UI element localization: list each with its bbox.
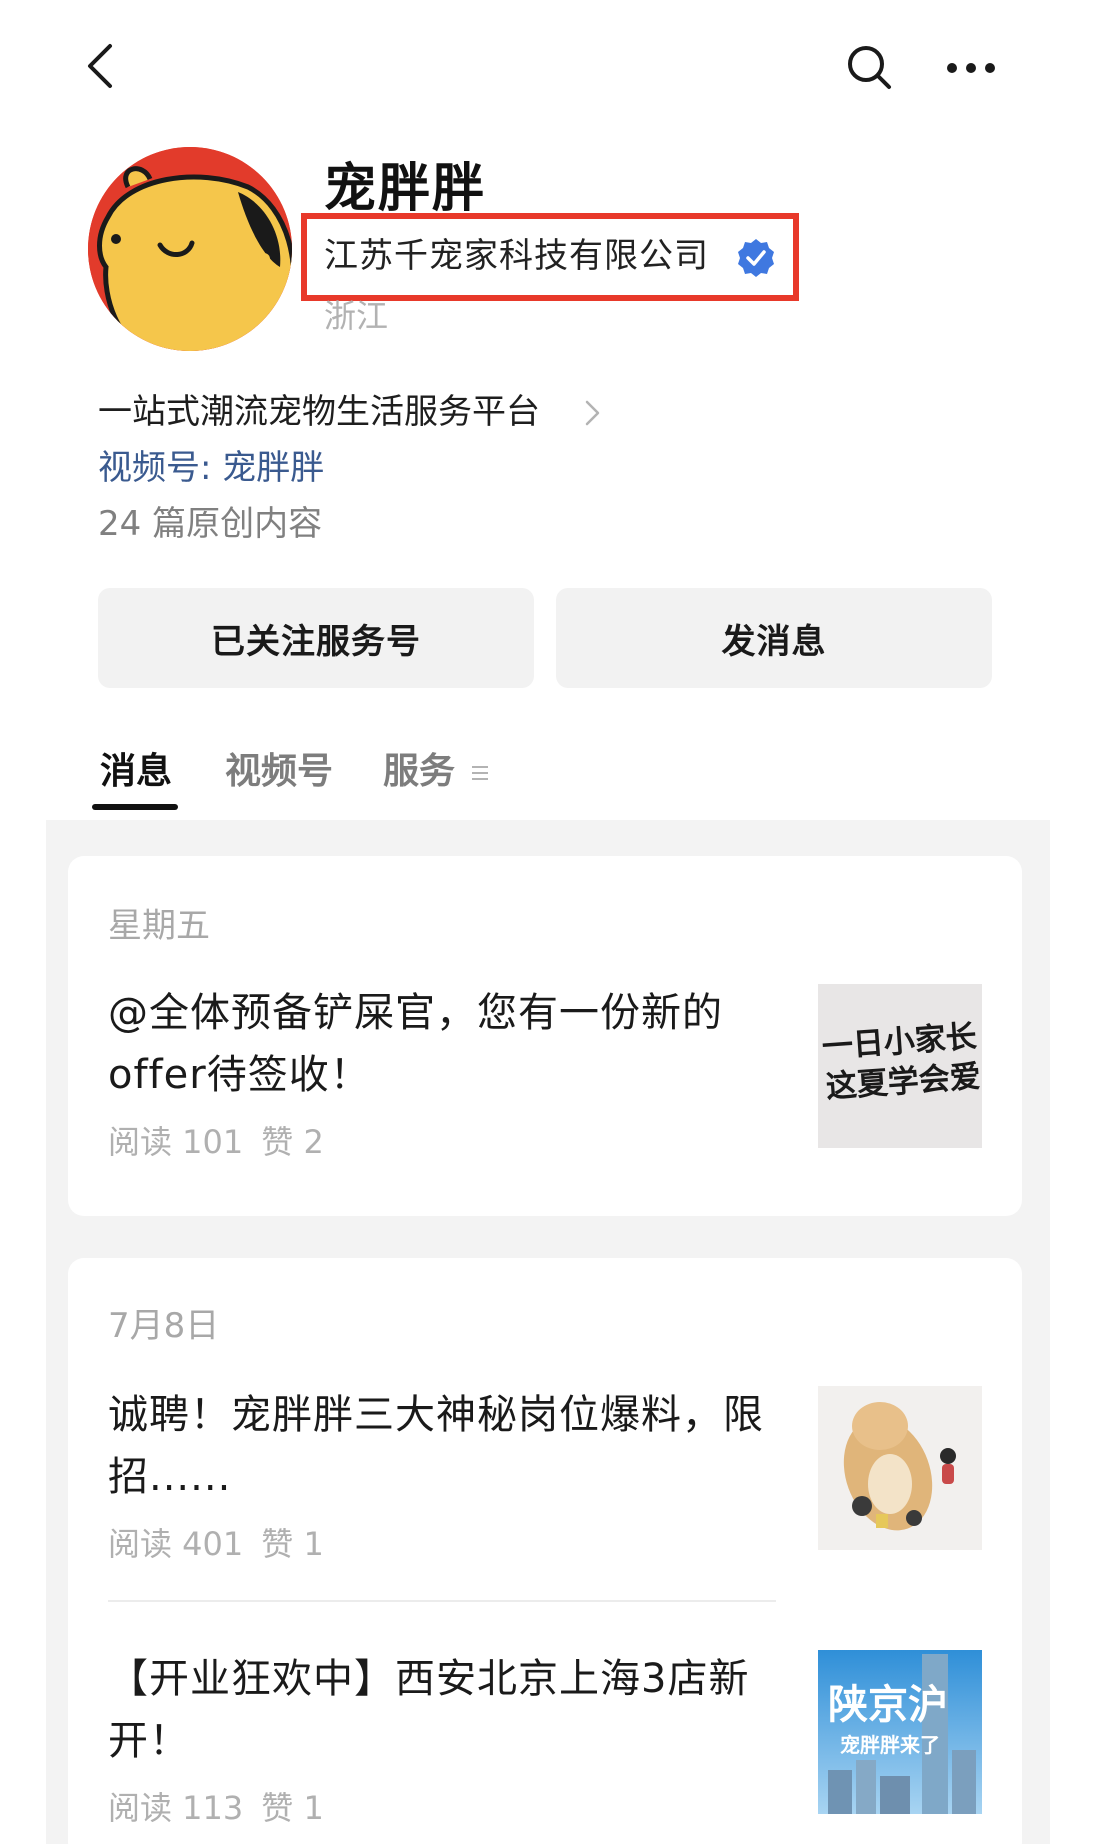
article-title[interactable]: 【开业狂欢中】西安北京上海3店新开！	[108, 1648, 788, 1772]
article-stats: 阅读 113 赞 1	[108, 1788, 324, 1828]
message-card: 星期五 @全体预备铲屎官，您有一份新的offer待签收！ 阅读 101 赞 2 一…	[68, 856, 1022, 1216]
avatar[interactable]	[88, 147, 292, 351]
cat-photo-image	[818, 1386, 982, 1550]
tab-video-channel[interactable]: 视频号	[225, 748, 333, 796]
tab-services[interactable]: 服务	[383, 748, 455, 796]
followed-service-account-button[interactable]: 已关注服务号	[98, 588, 534, 688]
back-arrow-icon[interactable]	[78, 42, 126, 90]
article-stats: 阅读 401 赞 1	[108, 1524, 324, 1564]
article-stats: 阅读 101 赞 2	[108, 1122, 324, 1162]
message-date: 7月8日	[108, 1306, 220, 1346]
thumbnail-text-line-2: 宠胖胖来了	[840, 1733, 940, 1757]
article-title[interactable]: 诚聘！宠胖胖三大神秘岗位爆料，限招......	[108, 1384, 788, 1508]
video-channel-link[interactable]: 视频号: 宠胖胖	[98, 446, 324, 490]
region-label: 浙江	[324, 297, 389, 335]
city-skyline-image: 陕京沪 宠胖胖来了	[818, 1650, 982, 1814]
more-dots-icon[interactable]	[946, 56, 996, 80]
tab-messages[interactable]: 消息	[100, 748, 172, 796]
profile-name: 宠胖胖	[324, 159, 487, 219]
article-thumbnail[interactable]: 陕京沪 宠胖胖来了	[818, 1650, 982, 1814]
like-count: 赞 2	[261, 1123, 324, 1161]
read-count: 阅读 101	[108, 1123, 244, 1161]
active-tab-indicator	[92, 804, 178, 810]
article-divider	[108, 1600, 776, 1602]
read-count: 阅读 113	[108, 1789, 244, 1827]
thumbnail-image: 一日小家长 这夏学会爱	[818, 984, 982, 1148]
article-item[interactable]: 诚聘！宠胖胖三大神秘岗位爆料，限招...... 阅读 401 赞 1	[108, 1384, 982, 1564]
message-card: 7月8日 诚聘！宠胖胖三大神秘岗位爆料，限招...... 阅读 401 赞 1	[68, 1258, 1022, 1844]
top-nav-bar	[0, 0, 1096, 140]
thumbnail-text-line-1: 陕京沪	[828, 1682, 948, 1728]
original-content-count: 24 篇原创内容	[98, 504, 323, 544]
chevron-right-icon[interactable]	[584, 399, 602, 427]
message-date: 星期五	[108, 906, 210, 946]
article-title[interactable]: @全体预备铲屎官，您有一份新的offer待签收！	[108, 982, 788, 1106]
like-count: 赞 1	[261, 1525, 324, 1563]
capybara-logo-icon	[88, 147, 292, 351]
like-count: 赞 1	[261, 1789, 324, 1827]
article-thumbnail[interactable]	[818, 1386, 982, 1550]
menu-lines-icon[interactable]	[471, 764, 489, 782]
article-item[interactable]: 【开业狂欢中】西安北京上海3店新开！ 阅读 113 赞 1 陕京沪 宠胖胖来了	[108, 1648, 982, 1828]
read-count: 阅读 401	[108, 1525, 244, 1563]
article-item[interactable]: @全体预备铲屎官，您有一份新的offer待签收！ 阅读 101 赞 2 一日小家长…	[108, 982, 982, 1162]
verified-badge-icon	[738, 239, 774, 277]
account-description[interactable]: 一站式潮流宠物生活服务平台	[98, 390, 540, 434]
article-thumbnail[interactable]: 一日小家长 这夏学会爱	[818, 984, 982, 1148]
company-name[interactable]: 江苏千宠家科技有限公司	[324, 234, 709, 278]
send-message-button[interactable]: 发消息	[556, 588, 992, 688]
search-icon[interactable]	[846, 44, 892, 90]
official-account-profile-page: 宠胖胖 江苏千宠家科技有限公司 浙江 一站式潮流宠物生活服务平台 视频号: 宠胖…	[0, 0, 1096, 1844]
